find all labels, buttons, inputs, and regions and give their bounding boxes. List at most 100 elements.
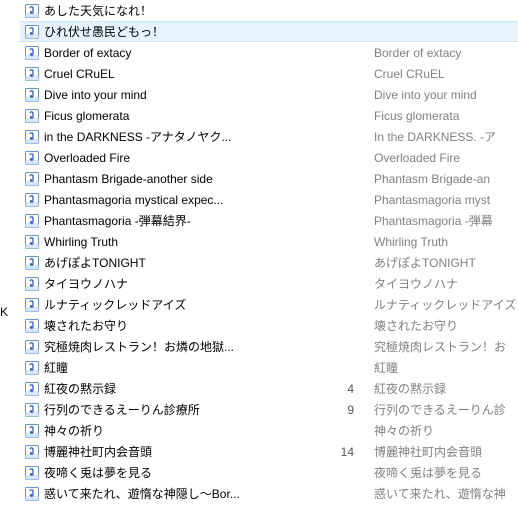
track-album: Cruel CRuEL	[374, 67, 518, 81]
music-file-icon	[24, 444, 40, 460]
music-file-icon	[24, 87, 40, 103]
music-file-icon	[24, 276, 40, 292]
music-file-icon	[24, 213, 40, 229]
track-row[interactable]: Ficus glomerata Ficus glomerata	[20, 105, 518, 126]
track-title: 夜啼く兎は夢を見る	[44, 464, 334, 481]
track-title: Phantasmagoria mystical expec...	[44, 193, 334, 207]
music-file-icon	[24, 234, 40, 250]
track-album: タイヨウノハナ	[374, 275, 518, 292]
track-title: ルナティックレッドアイズ	[44, 296, 334, 313]
track-row[interactable]: 神々の祈り 神々の祈り	[20, 420, 518, 441]
track-title: 神々の祈り	[44, 422, 334, 439]
track-title: Border of extacy	[44, 46, 334, 60]
track-title: 紅瞳	[44, 359, 334, 376]
track-title: 行列のできるえーりん診療所	[44, 401, 334, 418]
track-title: ひれ伏せ愚民どもっ！	[44, 23, 334, 40]
track-title: Ficus glomerata	[44, 109, 334, 123]
track-album: 紅瞳	[374, 359, 518, 376]
track-row[interactable]: 究極焼肉レストラン！お燐の地獄... 究極焼肉レストラン！お	[20, 336, 518, 357]
track-title: タイヨウノハナ	[44, 275, 334, 292]
track-row[interactable]: Border of extacy Border of extacy	[20, 42, 518, 63]
music-file-icon	[24, 318, 40, 334]
music-file-icon	[24, 150, 40, 166]
track-count: 14	[334, 445, 374, 459]
track-count: 4	[334, 382, 374, 396]
track-row[interactable]: in the DARKNESS -アナタノヤク... In the DARKNES…	[20, 126, 518, 147]
track-album: Phantasmagoria -弾幕	[374, 212, 518, 229]
track-album: 惑いて来たれ、遊惰な神	[374, 485, 518, 502]
track-album: 夜啼く兎は夢を見る	[374, 464, 518, 481]
track-row[interactable]: Phantasm Brigade-another side Phantasm Br…	[20, 168, 518, 189]
track-list[interactable]: あした天気になれ！ ひれ伏せ愚民どもっ！ Border of extacyBor…	[20, 0, 518, 504]
track-title: Phantasm Brigade-another side	[44, 172, 334, 186]
music-file-icon	[24, 423, 40, 439]
track-row[interactable]: ひれ伏せ愚民どもっ！	[20, 21, 518, 42]
music-file-icon	[24, 3, 40, 19]
track-row[interactable]: Cruel CRuEL Cruel CRuEL	[20, 63, 518, 84]
track-row[interactable]: あした天気になれ！	[20, 0, 518, 21]
track-title: Whirling Truth	[44, 235, 334, 249]
track-row[interactable]: 行列のできるえーりん診療所9行列のできるえーりん診	[20, 399, 518, 420]
track-title: 究極焼肉レストラン！お燐の地獄...	[44, 338, 334, 355]
track-row[interactable]: Dive into your mind Dive into your mind	[20, 84, 518, 105]
track-row[interactable]: 夜啼く兎は夢を見る 夜啼く兎は夢を見る	[20, 462, 518, 483]
track-row[interactable]: 惑いて来たれ、遊惰な神隠し～Bor... 惑いて来たれ、遊惰な神	[20, 483, 518, 504]
music-file-icon	[24, 171, 40, 187]
track-album: ルナティックレッドアイズ	[374, 296, 518, 313]
track-album: Border of extacy	[374, 46, 518, 60]
track-album: 紅夜の黙示録	[374, 380, 518, 397]
left-edge-panel: K	[0, 0, 20, 514]
track-title: あした天気になれ！	[44, 2, 334, 19]
track-title: Cruel CRuEL	[44, 67, 334, 81]
track-count: 9	[334, 403, 374, 417]
track-row[interactable]: 紅瞳 紅瞳	[20, 357, 518, 378]
track-title: in the DARKNESS -アナタノヤク...	[44, 128, 334, 145]
music-file-icon	[24, 402, 40, 418]
track-album: あげぽよTONIGHT	[374, 254, 518, 271]
music-file-icon	[24, 129, 40, 145]
track-row[interactable]: 博麗神社町内会音頭14博麗神社町内会音頭	[20, 441, 518, 462]
track-album: Phantasmagoria myst	[374, 193, 518, 207]
music-file-icon	[24, 297, 40, 313]
music-file-icon	[24, 465, 40, 481]
music-file-icon	[24, 486, 40, 502]
track-title: 博麗神社町内会音頭	[44, 443, 334, 460]
track-album: 神々の祈り	[374, 422, 518, 439]
music-file-icon	[24, 381, 40, 397]
track-title: Overloaded Fire	[44, 151, 334, 165]
track-row[interactable]: Phantasmagoria -弾幕結界- Phantasmagoria -弾幕	[20, 210, 518, 231]
track-album: Overloaded Fire	[374, 151, 518, 165]
music-file-icon	[24, 66, 40, 82]
music-file-icon	[24, 24, 40, 40]
track-title: Phantasmagoria -弾幕結界-	[44, 212, 334, 229]
music-file-icon	[24, 360, 40, 376]
track-album: In the DARKNESS. -ア	[374, 128, 518, 145]
track-title: 惑いて来たれ、遊惰な神隠し～Bor...	[44, 485, 334, 502]
track-title: 壊されたお守り	[44, 317, 334, 334]
track-title: Dive into your mind	[44, 88, 334, 102]
track-album: Ficus glomerata	[374, 109, 518, 123]
track-row[interactable]: 紅夜の黙示録4紅夜の黙示録	[20, 378, 518, 399]
track-row[interactable]: 壊されたお守り 壊されたお守り	[20, 315, 518, 336]
track-album: 究極焼肉レストラン！お	[374, 338, 518, 355]
track-album: 壊されたお守り	[374, 317, 518, 334]
track-row[interactable]: Whirling Truth Whirling Truth	[20, 231, 518, 252]
music-file-icon	[24, 108, 40, 124]
track-album: Phantasm Brigade-an	[374, 172, 518, 186]
music-file-icon	[24, 45, 40, 61]
track-row[interactable]: ルナティックレッドアイズ ルナティックレッドアイズ	[20, 294, 518, 315]
track-album: 博麗神社町内会音頭	[374, 443, 518, 460]
track-row[interactable]: あげぽよTONIGHT あげぽよTONIGHT	[20, 252, 518, 273]
track-title: 紅夜の黙示録	[44, 380, 334, 397]
music-file-icon	[24, 339, 40, 355]
music-file-icon	[24, 255, 40, 271]
track-row[interactable]: Phantasmagoria mystical expec... Phantasm…	[20, 189, 518, 210]
track-album: 行列のできるえーりん診	[374, 401, 518, 418]
track-title: あげぽよTONIGHT	[44, 254, 334, 271]
track-row[interactable]: タイヨウノハナ タイヨウノハナ	[20, 273, 518, 294]
track-album: Whirling Truth	[374, 235, 518, 249]
music-file-icon	[24, 192, 40, 208]
letter-index-label: K	[0, 305, 8, 319]
track-album: Dive into your mind	[374, 88, 518, 102]
track-row[interactable]: Overloaded Fire Overloaded Fire	[20, 147, 518, 168]
